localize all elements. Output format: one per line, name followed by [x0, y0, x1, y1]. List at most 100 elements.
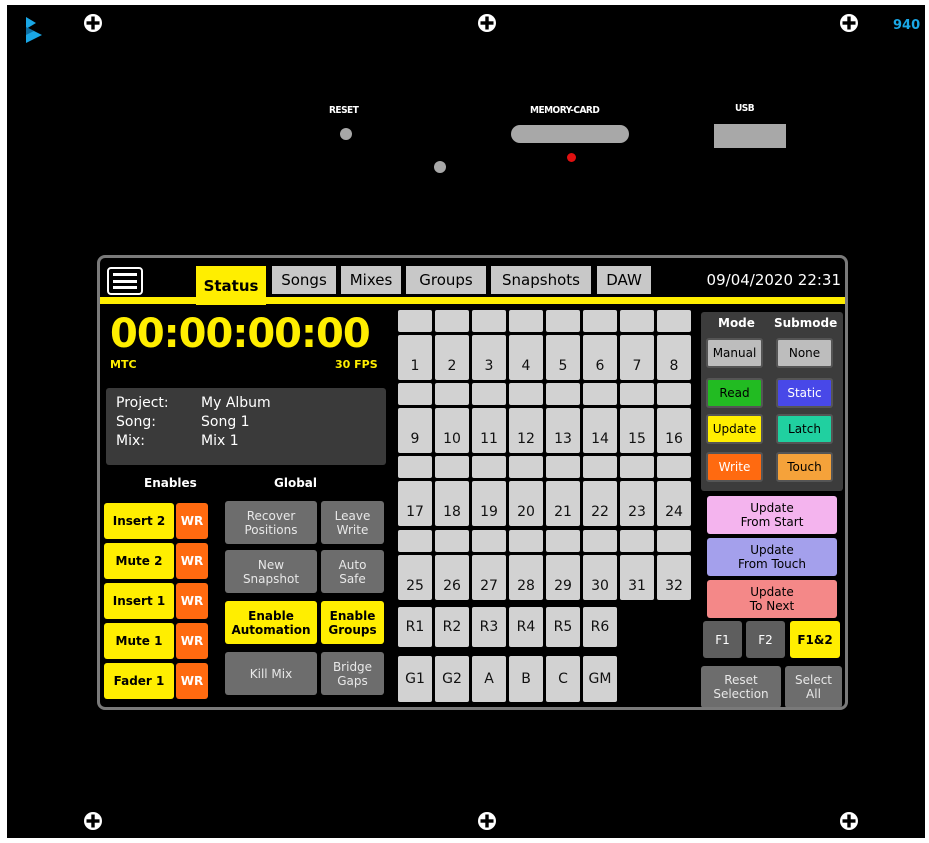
- return-button[interactable]: R3: [472, 607, 506, 647]
- channel-header[interactable]: [509, 456, 543, 478]
- return-button[interactable]: R2: [435, 607, 469, 647]
- submode-static-button[interactable]: Static: [776, 378, 833, 408]
- mode-write-button[interactable]: Write: [706, 452, 763, 482]
- channel-header[interactable]: [620, 530, 654, 552]
- channel-header[interactable]: [398, 456, 432, 478]
- channel-button[interactable]: 30: [583, 555, 617, 600]
- channel-button[interactable]: 20: [509, 481, 543, 526]
- group-button[interactable]: B: [509, 656, 543, 702]
- group-button[interactable]: A: [472, 656, 506, 702]
- channel-button[interactable]: 23: [620, 481, 654, 526]
- channel-button[interactable]: 11: [472, 408, 506, 453]
- channel-button[interactable]: 31: [620, 555, 654, 600]
- channel-header[interactable]: [435, 530, 469, 552]
- group-button[interactable]: G2: [435, 656, 469, 702]
- enable-mute-1-button[interactable]: Mute 1: [104, 623, 174, 659]
- channel-header[interactable]: [398, 310, 432, 332]
- channel-header[interactable]: [435, 310, 469, 332]
- f2-button[interactable]: F2: [746, 621, 785, 658]
- channel-button[interactable]: 21: [546, 481, 580, 526]
- auto-safe-button[interactable]: Auto Safe: [321, 550, 384, 593]
- submode-none-button[interactable]: None: [776, 338, 833, 368]
- return-button[interactable]: R4: [509, 607, 543, 647]
- channel-header[interactable]: [657, 383, 691, 405]
- channel-button[interactable]: 2: [435, 335, 469, 380]
- channel-header[interactable]: [509, 310, 543, 332]
- mode-update-button[interactable]: Update: [706, 414, 763, 444]
- select-all-button[interactable]: Select All: [785, 666, 842, 707]
- channel-button[interactable]: 25: [398, 555, 432, 600]
- wr-mute-1-button[interactable]: WR: [176, 623, 208, 659]
- channel-header[interactable]: [435, 383, 469, 405]
- wr-insert-1-button[interactable]: WR: [176, 583, 208, 619]
- channel-header[interactable]: [546, 310, 580, 332]
- group-button[interactable]: G1: [398, 656, 432, 702]
- channel-button[interactable]: 17: [398, 481, 432, 526]
- channel-header[interactable]: [398, 530, 432, 552]
- channel-button[interactable]: 28: [509, 555, 543, 600]
- channel-header[interactable]: [435, 456, 469, 478]
- channel-button[interactable]: 9: [398, 408, 432, 453]
- f1-button[interactable]: F1: [703, 621, 742, 658]
- channel-header[interactable]: [657, 310, 691, 332]
- channel-button[interactable]: 32: [657, 555, 691, 600]
- channel-header[interactable]: [546, 530, 580, 552]
- tab-songs[interactable]: Songs: [272, 266, 336, 294]
- update-to-next-button[interactable]: Update To Next: [707, 580, 837, 618]
- enable-fader-1-button[interactable]: Fader 1: [104, 663, 174, 699]
- channel-button[interactable]: 24: [657, 481, 691, 526]
- f1-and-f2-button[interactable]: F1&2: [790, 621, 840, 658]
- channel-button[interactable]: 29: [546, 555, 580, 600]
- channel-button[interactable]: 1: [398, 335, 432, 380]
- wr-mute-2-button[interactable]: WR: [176, 543, 208, 579]
- channel-button[interactable]: 22: [583, 481, 617, 526]
- tab-mixes[interactable]: Mixes: [341, 266, 401, 294]
- menu-icon[interactable]: [107, 267, 143, 295]
- mode-read-button[interactable]: Read: [706, 378, 763, 408]
- channel-header[interactable]: [620, 310, 654, 332]
- channel-header[interactable]: [583, 456, 617, 478]
- channel-header[interactable]: [472, 456, 506, 478]
- channel-header[interactable]: [398, 383, 432, 405]
- channel-button[interactable]: 4: [509, 335, 543, 380]
- channel-header[interactable]: [583, 310, 617, 332]
- recover-positions-button[interactable]: Recover Positions: [225, 501, 317, 544]
- submode-latch-button[interactable]: Latch: [776, 414, 833, 444]
- channel-header[interactable]: [546, 456, 580, 478]
- channel-header[interactable]: [620, 383, 654, 405]
- enable-insert-2-button[interactable]: Insert 2: [104, 503, 174, 539]
- reset-selection-button[interactable]: Reset Selection: [701, 666, 781, 707]
- usb-port[interactable]: [714, 124, 786, 148]
- wr-fader-1-button[interactable]: WR: [176, 663, 208, 699]
- update-from-touch-button[interactable]: Update From Touch: [707, 538, 837, 576]
- bridge-gaps-button[interactable]: Bridge Gaps: [321, 652, 384, 695]
- tab-snapshots[interactable]: Snapshots: [491, 266, 591, 294]
- wr-insert-2-button[interactable]: WR: [176, 503, 208, 539]
- enable-automation-button[interactable]: Enable Automation: [225, 601, 317, 644]
- channel-button[interactable]: 18: [435, 481, 469, 526]
- group-button[interactable]: C: [546, 656, 580, 702]
- enable-insert-1-button[interactable]: Insert 1: [104, 583, 174, 619]
- memory-card-slot[interactable]: [511, 125, 629, 143]
- channel-button[interactable]: 13: [546, 408, 580, 453]
- tab-status[interactable]: Status: [196, 266, 266, 305]
- channel-button[interactable]: 10: [435, 408, 469, 453]
- return-button[interactable]: R6: [583, 607, 617, 647]
- kill-mix-button[interactable]: Kill Mix: [225, 652, 317, 695]
- tab-groups[interactable]: Groups: [406, 266, 486, 294]
- channel-header[interactable]: [509, 383, 543, 405]
- group-button[interactable]: GM: [583, 656, 617, 702]
- channel-button[interactable]: 16: [657, 408, 691, 453]
- submode-touch-button[interactable]: Touch: [776, 452, 833, 482]
- channel-button[interactable]: 8: [657, 335, 691, 380]
- channel-header[interactable]: [620, 456, 654, 478]
- channel-header[interactable]: [546, 383, 580, 405]
- channel-button[interactable]: 26: [435, 555, 469, 600]
- enable-mute-2-button[interactable]: Mute 2: [104, 543, 174, 579]
- channel-button[interactable]: 5: [546, 335, 580, 380]
- channel-button[interactable]: 14: [583, 408, 617, 453]
- channel-header[interactable]: [583, 530, 617, 552]
- channel-header[interactable]: [509, 530, 543, 552]
- reset-button[interactable]: [340, 128, 352, 140]
- channel-header[interactable]: [472, 383, 506, 405]
